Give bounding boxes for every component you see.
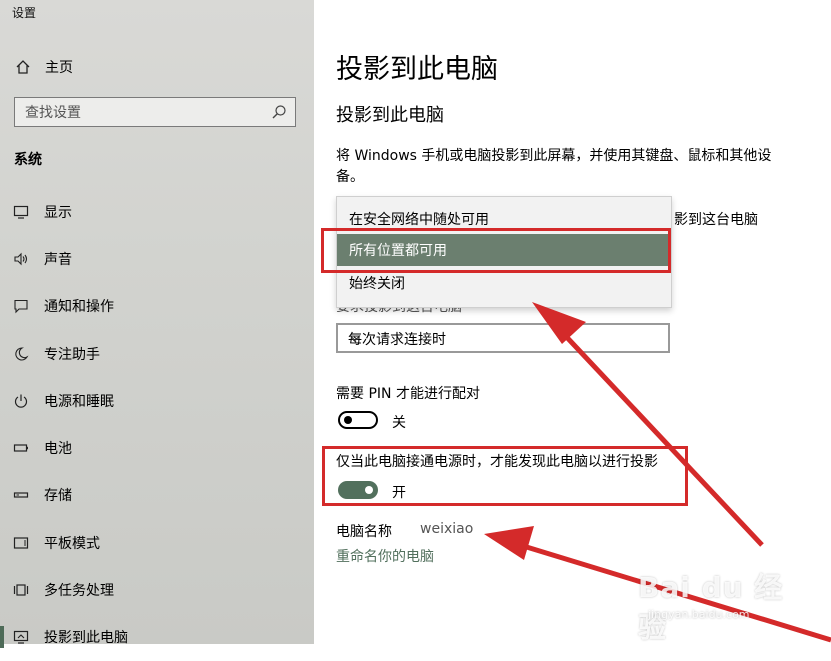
sidebar-item-label: 显示 <box>44 204 72 221</box>
home-icon <box>14 58 32 76</box>
sidebar-item-focus-assist[interactable]: 专注助手 <box>0 330 314 377</box>
power-toggle[interactable] <box>338 481 378 499</box>
sidebar-item-tablet-mode[interactable]: 平板模式 <box>0 519 314 566</box>
connect-request-select[interactable]: 每次请求连接时 <box>336 323 670 353</box>
page-title: 投影到此电脑 <box>336 54 498 85</box>
search-input[interactable] <box>23 103 267 123</box>
sidebar-item-label: 平板模式 <box>44 535 100 552</box>
sidebar-item-project-to-pc[interactable]: 投影到此电脑 <box>0 614 314 661</box>
sidebar-item-storage[interactable]: 存储 <box>0 472 314 519</box>
chevron-down-icon <box>348 331 658 349</box>
sidebar-item-sound[interactable]: 声音 <box>0 235 314 282</box>
dropdown-option[interactable]: 在安全网络中随处可用 <box>337 203 671 235</box>
power-toggle-state: 开 <box>392 485 406 501</box>
partially-hidden-text: 影到这台电脑 <box>674 212 758 228</box>
option-label: 始终关闭 <box>349 276 405 292</box>
pc-name-value: weixiao <box>420 521 474 537</box>
sidebar-item-label: 通知和操作 <box>44 299 114 316</box>
sidebar-item-multitasking[interactable]: 多任务处理 <box>0 566 314 613</box>
dropdown-option-selected[interactable]: 所有位置都可用 <box>337 234 671 266</box>
sidebar-item-label: 电源和睡眠 <box>44 393 114 410</box>
search-icon[interactable] <box>271 104 287 124</box>
sidebar-item-label: 电池 <box>44 441 72 458</box>
nav-list: 显示 声音 通知和操作 专注助手 电源和睡眠 电池 存储 平板模式 多任务处理 … <box>0 188 314 661</box>
description-text: 将 Windows 手机或电脑投影到此屏幕，并使用其键盘、鼠标和其他设备。 <box>336 148 772 185</box>
sidebar-item-label: 存储 <box>44 488 72 505</box>
option-label: 在安全网络中随处可用 <box>349 212 489 228</box>
sidebar-item-label: 专注助手 <box>44 346 100 363</box>
window-title: 设置 <box>12 6 37 20</box>
sidebar: 设置 主页 系统 显示 声音 通知和操作 <box>0 0 314 648</box>
toggle-knob <box>344 416 352 424</box>
search-box[interactable] <box>14 97 296 127</box>
sidebar-item-notifications[interactable]: 通知和操作 <box>0 283 314 330</box>
pc-name-label: 电脑名称 <box>336 524 392 540</box>
sidebar-item-label: 多任务处理 <box>44 583 114 600</box>
home-nav-item[interactable]: 主页 <box>14 56 73 78</box>
storage-icon <box>12 486 30 504</box>
dropdown-option[interactable]: 始终关闭 <box>337 267 671 299</box>
moon-icon <box>12 345 30 363</box>
pin-toggle-state: 关 <box>392 415 406 431</box>
notification-icon <box>12 297 30 315</box>
sidebar-item-label: 声音 <box>44 251 72 268</box>
power-setting-label: 仅当此电脑接通电源时，才能发现此电脑以进行投影 <box>336 454 658 470</box>
sidebar-item-battery[interactable]: 电池 <box>0 424 314 471</box>
main-content: 投影到此电脑 投影到此电脑 将 Windows 手机或电脑投影到此屏幕，并使用其… <box>314 0 831 644</box>
power-icon <box>12 392 30 410</box>
sidebar-item-power-sleep[interactable]: 电源和睡眠 <box>0 377 314 424</box>
section-title-system: 系统 <box>14 152 42 168</box>
sidebar-item-label: 投影到此电脑 <box>44 630 128 647</box>
sidebar-item-display[interactable]: 显示 <box>0 188 314 235</box>
pin-setting-label: 需要 PIN 才能进行配对 <box>336 386 480 402</box>
speaker-icon <box>12 250 30 268</box>
section-title: 投影到此电脑 <box>336 105 444 126</box>
tablet-icon <box>12 534 30 552</box>
home-label: 主页 <box>45 60 73 76</box>
pin-toggle[interactable] <box>338 411 378 429</box>
monitor-icon <box>12 203 30 221</box>
rename-pc-link[interactable]: 重命名你的电脑 <box>336 546 434 566</box>
toggle-knob <box>365 486 373 494</box>
option-label: 所有位置都可用 <box>349 243 447 259</box>
availability-dropdown-list[interactable]: 在安全网络中随处可用 所有位置都可用 始终关闭 <box>336 196 672 308</box>
battery-icon <box>12 439 30 457</box>
multitask-icon <box>12 581 30 599</box>
